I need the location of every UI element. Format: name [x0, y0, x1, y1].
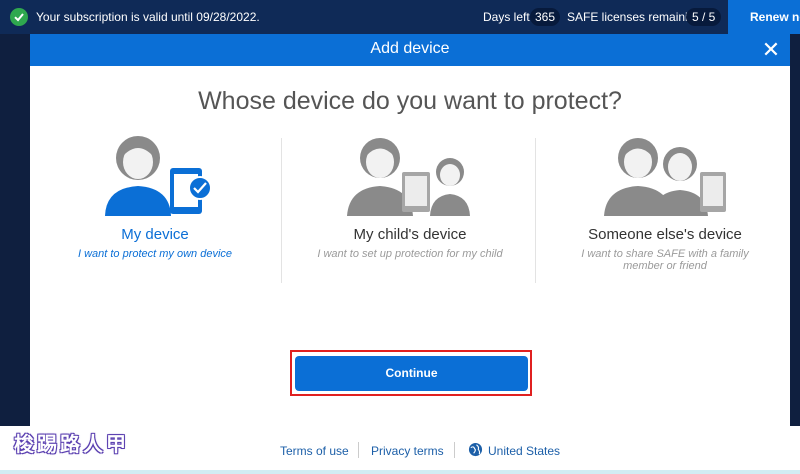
- watermark: 梭踢路人甲: [14, 434, 129, 456]
- check-circle-icon: [10, 8, 28, 26]
- option-my-device[interactable]: My device I want to protect my own devic…: [30, 136, 280, 286]
- days-left-badge: 365: [530, 8, 561, 26]
- globe-icon: [468, 442, 483, 457]
- continue-button[interactable]: Continue: [295, 356, 528, 391]
- footer-divider: [454, 442, 455, 458]
- option-description: I want to set up protection for my child: [317, 248, 503, 260]
- option-title: My child's device: [353, 226, 467, 243]
- privacy-terms-link[interactable]: Privacy terms: [371, 444, 444, 458]
- option-someone-elses-device[interactable]: Someone else's device I want to share SA…: [540, 136, 790, 286]
- subscription-bar: Your subscription is valid until 09/28/2…: [0, 0, 800, 34]
- footer: 梭踢路人甲 Terms of use Privacy terms United …: [0, 426, 800, 474]
- days-left-label: Days left: [483, 10, 530, 24]
- licenses-remaining-label: SAFE licenses remaining: [567, 10, 702, 24]
- option-description: I want to protect my own device: [77, 248, 233, 260]
- dialog-header: Add device ✕: [30, 34, 790, 66]
- parent-and-child-icon: [347, 138, 470, 216]
- bottom-strip: [0, 470, 800, 474]
- terms-of-use-link[interactable]: Terms of use: [280, 444, 349, 458]
- option-title: My device: [121, 226, 189, 243]
- option-childs-device[interactable]: My child's device I want to set up prote…: [285, 136, 535, 286]
- dialog-question: Whose device do you want to protect?: [198, 87, 622, 115]
- add-device-dialog: Add device ✕ Whose device do you want to…: [30, 34, 790, 426]
- renew-now-button[interactable]: Renew now: [728, 0, 800, 34]
- backdrop-right: [790, 34, 800, 426]
- licenses-remaining-badge: 5 / 5: [686, 8, 722, 26]
- option-title: Someone else's device: [588, 226, 742, 243]
- two-people-icon: [604, 138, 726, 216]
- option-divider: [281, 138, 282, 283]
- subscription-status-text: Your subscription is valid until 09/28/2…: [36, 10, 260, 24]
- backdrop-left: [0, 34, 30, 426]
- region-selector[interactable]: United States: [488, 444, 560, 458]
- option-divider: [535, 138, 536, 283]
- dialog-title: Add device: [370, 40, 450, 57]
- option-description: I want to share SAFE with a family membe…: [581, 248, 749, 272]
- footer-divider: [358, 442, 359, 458]
- person-with-device-icon: [105, 136, 212, 216]
- close-icon[interactable]: ✕: [758, 37, 784, 63]
